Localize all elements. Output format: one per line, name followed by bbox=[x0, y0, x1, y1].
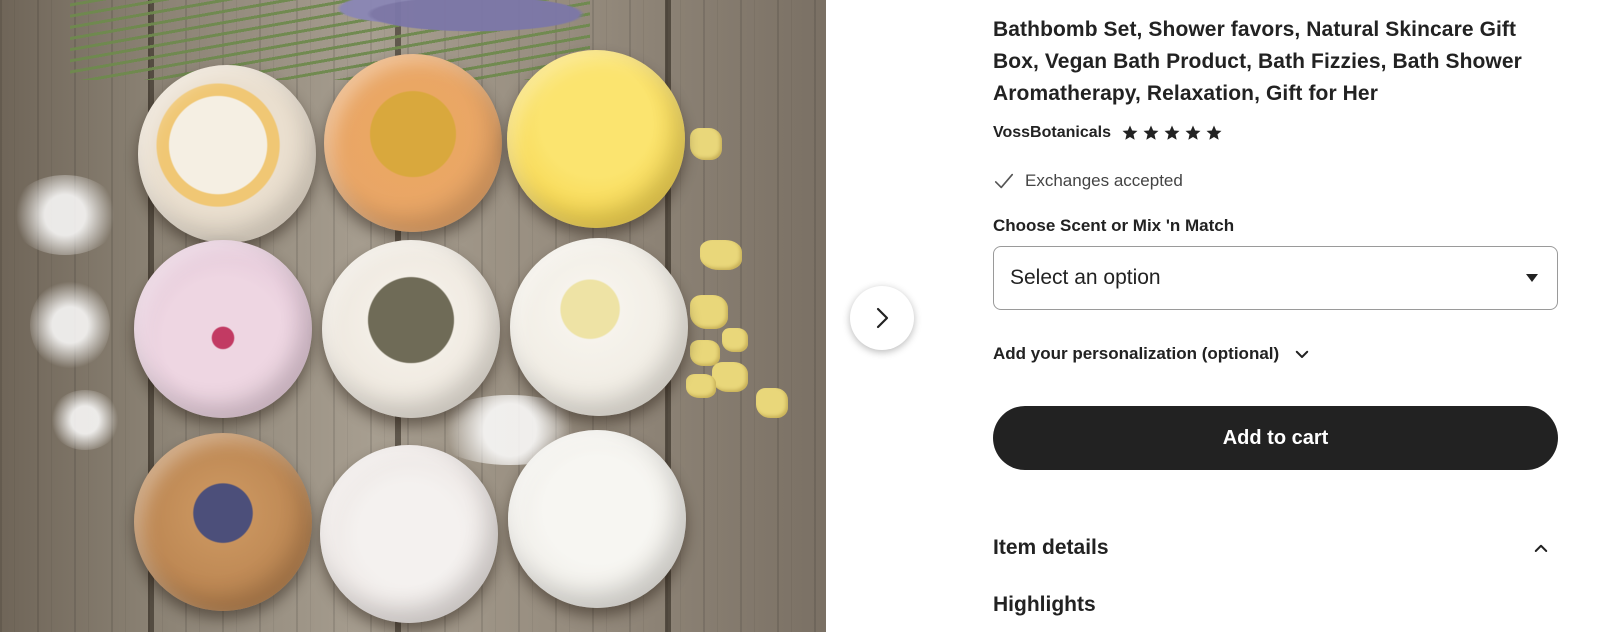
product-title: Bathbomb Set, Shower favors, Natural Ski… bbox=[993, 18, 1522, 105]
bath-bomb bbox=[510, 238, 688, 416]
star-icon bbox=[1185, 125, 1201, 140]
scent-select[interactable]: Select an option bbox=[993, 246, 1558, 310]
star-icon bbox=[1143, 125, 1159, 140]
salt-pile bbox=[30, 280, 110, 370]
highlights-heading: Highlights bbox=[993, 593, 1096, 616]
bath-bomb bbox=[134, 433, 312, 611]
salt-pile bbox=[10, 175, 120, 255]
star-rating[interactable] bbox=[1121, 124, 1223, 142]
item-details-toggle[interactable]: Item details bbox=[993, 532, 1558, 564]
chevron-down-icon bbox=[1295, 350, 1309, 358]
item-details-heading: Item details bbox=[993, 536, 1109, 559]
salt-chunk bbox=[722, 328, 748, 352]
salt-chunk bbox=[690, 295, 728, 329]
bath-bomb bbox=[134, 240, 312, 418]
shop-name-link[interactable]: VossBotanicals bbox=[993, 124, 1111, 142]
chevron-right-icon bbox=[876, 307, 889, 329]
exchanges-text: Exchanges accepted bbox=[1025, 171, 1183, 190]
exchanges-row: Exchanges accepted bbox=[993, 168, 1183, 194]
caret-down-icon bbox=[1526, 274, 1538, 282]
bath-bomb bbox=[507, 50, 685, 228]
star-icon bbox=[1164, 125, 1180, 140]
select-value: Select an option bbox=[1010, 266, 1161, 289]
salt-pile bbox=[50, 390, 120, 450]
salt-chunk bbox=[690, 128, 722, 160]
personalization-label: Add your personalization (optional) bbox=[993, 344, 1280, 363]
checkmark-icon bbox=[994, 173, 1014, 189]
star-icon bbox=[1206, 125, 1222, 140]
chevron-up-icon bbox=[1534, 544, 1548, 552]
shop-row: VossBotanicals bbox=[993, 121, 1223, 145]
salt-chunk bbox=[686, 374, 716, 398]
bath-bomb bbox=[322, 240, 500, 418]
personalization-toggle[interactable]: Add your personalization (optional) bbox=[993, 341, 1311, 367]
add-to-cart-button[interactable]: Add to cart bbox=[993, 406, 1558, 470]
lavender-herbs bbox=[70, 0, 590, 80]
salt-chunk bbox=[700, 240, 742, 270]
star-icon bbox=[1122, 125, 1138, 140]
bath-bomb bbox=[138, 65, 316, 243]
salt-chunk bbox=[690, 340, 720, 366]
variation-label: Choose Scent or Mix 'n Match bbox=[993, 216, 1235, 235]
salt-chunk bbox=[712, 362, 748, 392]
listing-page: Bathbomb Set, Shower favors, Natural Ski… bbox=[0, 0, 1600, 632]
product-photo[interactable] bbox=[0, 0, 826, 632]
product-info-panel: Bathbomb Set, Shower favors, Natural Ski… bbox=[993, 0, 1558, 632]
salt-chunk bbox=[756, 388, 788, 418]
bath-bomb bbox=[508, 430, 686, 608]
next-image-button[interactable] bbox=[850, 286, 914, 350]
bath-bomb bbox=[324, 54, 502, 232]
bath-bomb bbox=[320, 445, 498, 623]
